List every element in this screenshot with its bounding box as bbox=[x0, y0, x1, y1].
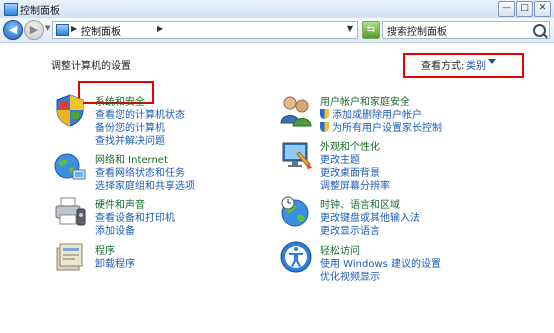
page-heading: 调整计算机的设置 bbox=[51, 61, 131, 72]
search-placeholder: 搜索控制面板 bbox=[387, 27, 447, 38]
link-find-fix-problems[interactable]: 查找并解决问题 bbox=[95, 132, 165, 147]
window-title: 控制面板 bbox=[20, 6, 60, 17]
control-panel-icon bbox=[4, 3, 18, 16]
shield-flag-icon bbox=[56, 94, 84, 127]
monitor-paint-icon bbox=[282, 142, 312, 169]
link-uninstall-program[interactable]: 卸载程序 bbox=[95, 255, 135, 270]
minimize-button[interactable]: — bbox=[498, 1, 515, 17]
breadcrumb-separator[interactable]: ▶ bbox=[157, 24, 163, 33]
globe-network-icon bbox=[54, 153, 86, 180]
recent-pages-dropdown[interactable]: ▼ bbox=[45, 24, 50, 32]
view-by-label: 查看方式: bbox=[421, 61, 465, 72]
uac-shield-icon bbox=[320, 109, 329, 119]
link-label[interactable]: 为所有用户设置家长控制 bbox=[332, 123, 442, 134]
link-parental-controls[interactable]: 为所有用户设置家长控制 bbox=[320, 119, 442, 134]
breadcrumb-control-panel[interactable]: 控制面板 bbox=[81, 23, 121, 38]
address-dropdown[interactable]: ▼ bbox=[347, 24, 353, 33]
close-button[interactable]: ✕ bbox=[534, 1, 551, 17]
maximize-button[interactable]: □ bbox=[516, 1, 533, 17]
view-by-dropdown[interactable]: 类别 bbox=[466, 57, 486, 72]
users-icon bbox=[280, 96, 312, 127]
address-bar: ◀ ▶ ▼ ▶ 控制面板 ▶ ▼ ⇆ 搜索控制面板 bbox=[0, 18, 554, 43]
link-add-device[interactable]: 添加设备 bbox=[95, 222, 135, 237]
clock-globe-icon bbox=[281, 196, 309, 227]
title-bar: 控制面板 — □ ✕ bbox=[0, 0, 554, 19]
address-field[interactable]: ▶ 控制面板 ▶ ▼ bbox=[52, 21, 358, 39]
control-panel-icon bbox=[56, 24, 69, 36]
link-optimize-visual-display[interactable]: 优化视频显示 bbox=[320, 268, 380, 283]
printer-icon bbox=[55, 197, 86, 226]
search-input[interactable]: 搜索控制面板 bbox=[382, 21, 550, 39]
search-icon[interactable] bbox=[533, 24, 546, 37]
forward-button[interactable]: ▶ bbox=[24, 20, 44, 40]
uac-shield-icon bbox=[320, 122, 329, 132]
refresh-button[interactable]: ⇆ bbox=[362, 21, 380, 39]
chevron-down-icon[interactable] bbox=[488, 59, 496, 64]
programs-icon bbox=[56, 243, 83, 271]
back-button[interactable]: ◀ bbox=[3, 20, 23, 40]
link-change-display-language[interactable]: 更改显示语言 bbox=[320, 222, 380, 237]
accessibility-icon bbox=[280, 241, 312, 273]
breadcrumb-separator[interactable]: ▶ bbox=[71, 24, 77, 33]
link-screen-resolution[interactable]: 调整屏幕分辨率 bbox=[320, 177, 390, 192]
link-homegroup-sharing[interactable]: 选择家庭组和共享选项 bbox=[95, 177, 195, 192]
